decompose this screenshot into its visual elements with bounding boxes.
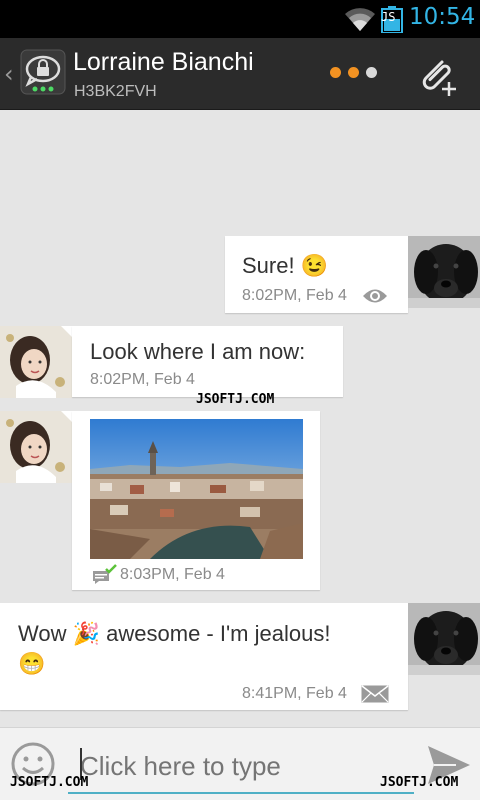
message-timestamp: 8:02PM, Feb 4: [90, 371, 195, 388]
winking-face-emoji: 😉: [300, 253, 329, 278]
message-timestamp: 8:41PM, Feb 4: [242, 685, 347, 702]
message-input[interactable]: [68, 736, 414, 794]
message-bubble-incoming[interactable]: Look where I am now: 8:02PM, Feb 4: [72, 326, 343, 397]
message-bubble-outgoing[interactable]: Wow 🎉 awesome - I'm jealous! 😁 8:41PM, F…: [0, 603, 408, 710]
clock: 10:54: [409, 4, 476, 30]
sender-avatar-dog[interactable]: [408, 236, 480, 308]
message-timestamp: 8:03PM, Feb 4: [120, 566, 225, 583]
attach-file-button[interactable]: [416, 54, 460, 98]
back-chevron-icon[interactable]: ‹: [4, 60, 14, 88]
message-text: Sure! 😉: [242, 253, 329, 278]
watermark: JSOFTJ.COM: [10, 775, 89, 790]
message-text: Look where I am now:: [90, 339, 306, 364]
trust-dot-1: [330, 67, 341, 78]
battery-label: JS: [381, 10, 396, 24]
trust-dot-2: [348, 67, 359, 78]
trust-dot-3: [366, 67, 377, 78]
wifi-icon: [345, 8, 375, 32]
input-bar: JSOFTJ.COM JSOFTJ.COM: [0, 727, 480, 800]
chat-area[interactable]: Sure! 😉 8:02PM, Feb 4 Look where I am no…: [0, 110, 480, 727]
message-timestamp: 8:02PM, Feb 4: [242, 287, 347, 304]
grinning-face-emoji: 😁: [18, 651, 46, 676]
message-bubble-image[interactable]: 8:03PM, Feb 4: [72, 411, 320, 590]
message-delivered-icon: [93, 564, 117, 584]
message-bubble-outgoing[interactable]: Sure! 😉 8:02PM, Feb 4: [225, 236, 408, 313]
trust-level-indicator[interactable]: [330, 67, 380, 79]
photo-attachment[interactable]: [90, 419, 303, 559]
battery-icon: JS: [381, 6, 403, 34]
contact-id: H3BK2FVH: [74, 83, 157, 100]
watermark: JSOFTJ.COM: [380, 775, 459, 790]
watermark: JSOFTJ.COM: [196, 392, 275, 407]
contact-name[interactable]: Lorraine Bianchi: [73, 48, 254, 77]
bubble-tail: [61, 326, 72, 337]
status-bar: JS 10:54: [0, 0, 480, 38]
party-popper-emoji: 🎉: [72, 621, 101, 646]
message-text: Wow 🎉 awesome - I'm jealous!: [18, 621, 331, 646]
secure-chat-app-icon[interactable]: [20, 49, 66, 95]
envelope-icon: [361, 685, 389, 703]
bubble-tail: [61, 411, 72, 422]
eye-icon: [363, 289, 387, 303]
sender-avatar-dog[interactable]: [408, 603, 480, 675]
action-bar: ‹ Lorraine Bianchi H3BK2FVH: [0, 38, 480, 110]
